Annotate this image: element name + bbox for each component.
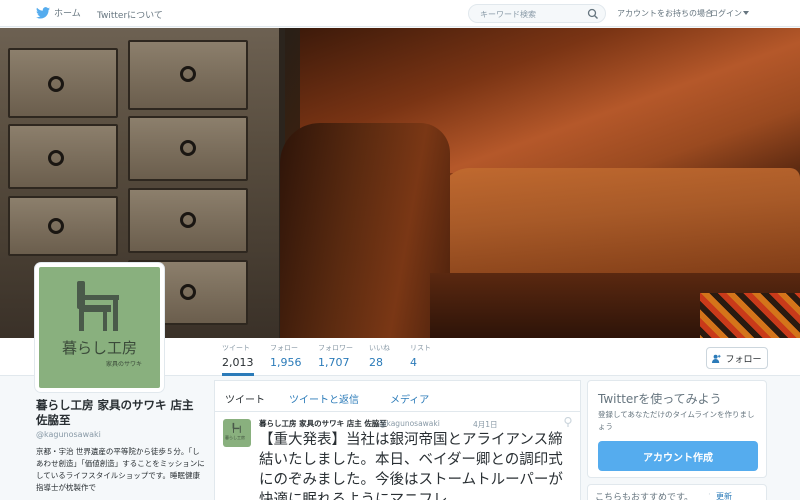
tab-media[interactable]: メディア xyxy=(390,391,429,406)
profile-bio: 京都・宇治 世界遺産の平等院から徒歩５分。「しあわせ創造」「価値創造」することを… xyxy=(36,447,205,492)
stat-lists[interactable]: リスト 4 xyxy=(410,343,431,369)
profile-handle: @kagunosawaki xyxy=(36,430,101,439)
search-placeholder: キーワード検索 xyxy=(480,10,536,19)
stat-value: 1,956 xyxy=(270,356,302,369)
chair-icon xyxy=(77,281,119,331)
stat-label: フォロワー xyxy=(318,344,353,352)
suggestions-title: こちらもおすすめです。 xyxy=(595,493,694,500)
tweet-text: 【重大発表】当社は銀河帝国とアライアンス締結いたしました。本日、ベイダー卿との調… xyxy=(259,432,563,500)
search-input[interactable]: キーワード検索 xyxy=(468,4,606,23)
search-icon[interactable] xyxy=(587,8,599,20)
create-account-button[interactable]: アカウント作成 xyxy=(598,441,758,471)
tweet-avatar[interactable]: 暮らし工房 xyxy=(223,419,251,447)
timeline: ツイート ツイートと返信 メディア 暮らし工房 暮らし工房 家具のサワキ 店主 … xyxy=(214,380,581,500)
tweet-author[interactable]: 暮らし工房 家具のサワキ 店主 佐脇至 xyxy=(259,418,387,429)
stat-followers[interactable]: フォロワー 1,707 xyxy=(318,343,353,369)
nav-home-link[interactable]: ホーム xyxy=(36,6,81,19)
suggestions-refresh-link[interactable]: 更新 xyxy=(716,491,732,500)
chair-icon xyxy=(232,422,241,433)
tweet-handle[interactable]: @kagunosawaki xyxy=(379,419,440,428)
caret-down-icon[interactable] xyxy=(743,11,749,15)
follow-button[interactable]: フォロー xyxy=(706,347,768,369)
timeline-tabs: ツイート ツイートと返信 メディア xyxy=(215,381,580,412)
signup-module: Twitterを使ってみよう 登録してあなただけのタイムラインを作りましょう ア… xyxy=(587,380,767,478)
tab-tweets[interactable]: ツイート xyxy=(225,391,265,406)
profile-avatar[interactable]: 暮らし工房 家具のサワキ xyxy=(35,263,164,392)
tweet-time[interactable]: 4月1日 xyxy=(473,419,498,430)
avatar-subtitle: 家具のサワキ xyxy=(105,361,142,368)
sofa-seat-image xyxy=(440,168,800,288)
stat-likes[interactable]: いいね 28 xyxy=(369,343,390,369)
stat-following[interactable]: フォロー 1,956 xyxy=(270,343,302,369)
add-person-icon xyxy=(712,354,722,363)
stat-value: 4 xyxy=(410,356,417,369)
stat-value: 2,013 xyxy=(222,356,254,369)
pin-icon xyxy=(564,417,572,427)
nav-home-label: ホーム xyxy=(54,9,81,19)
tab-tweets-replies[interactable]: ツイートと返信 xyxy=(289,391,359,406)
stat-value: 28 xyxy=(369,356,383,369)
stat-tweets[interactable]: ツイート 2,013 xyxy=(222,343,254,376)
tweet-avatar-text: 暮らし工房 xyxy=(225,435,245,440)
rug-image xyxy=(700,293,800,338)
login-link[interactable]: ログイン xyxy=(710,8,742,19)
avatar-title: 暮らし工房 xyxy=(61,339,137,357)
signup-title: Twitterを使ってみよう xyxy=(598,392,722,406)
stat-label: リスト xyxy=(410,344,431,352)
stat-label: ツイート xyxy=(222,344,250,352)
top-nav: ホーム Twitterについて キーワード検索 アカウントをお持ちの場合 ログイ… xyxy=(0,0,800,27)
twitter-bird-icon xyxy=(36,6,50,19)
sofa-arm-image xyxy=(280,123,450,338)
stat-label: フォロー xyxy=(270,344,298,352)
profile-name[interactable]: 暮らし工房 家具のサワキ 店主 佐脇至 xyxy=(36,398,206,428)
suggestions-module: こちらもおすすめです。 · 更新 xyxy=(587,484,767,500)
have-account-text: アカウントをお持ちの場合 xyxy=(617,9,713,18)
stat-label: いいね xyxy=(369,344,390,352)
signup-description: 登録してあなただけのタイムラインを作りましょう xyxy=(598,410,755,431)
stat-value: 1,707 xyxy=(318,356,350,369)
nav-about-link[interactable]: Twitterについて xyxy=(97,8,163,21)
follow-button-label: フォロー xyxy=(725,354,762,365)
suggestions-separator: · xyxy=(708,490,711,500)
